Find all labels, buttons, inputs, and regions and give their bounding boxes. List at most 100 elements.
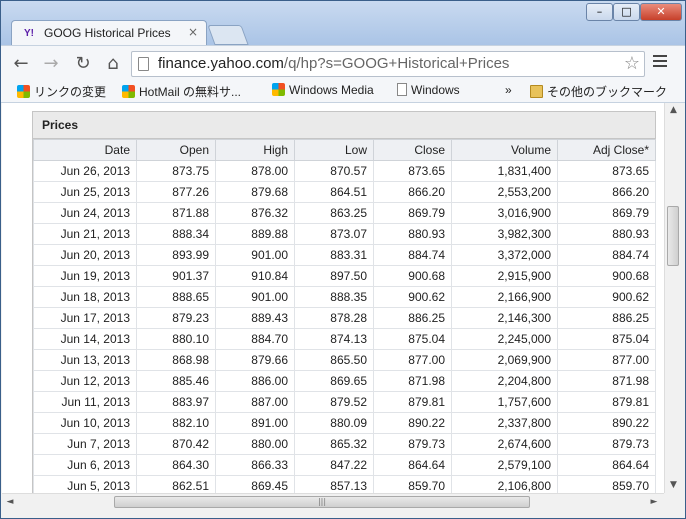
column-header-low: Low	[294, 139, 374, 161]
back-arrow-icon[interactable]: ←	[9, 52, 33, 76]
prices-panel: Prices Date Open High Low Close Volume A…	[32, 111, 656, 493]
cell-volume: 2,146,300	[451, 307, 558, 329]
cell-low: 883.31	[294, 244, 374, 266]
cell-high: 889.88	[215, 223, 295, 245]
cell-low: 880.09	[294, 412, 374, 434]
close-window-button[interactable]: ✕	[640, 3, 682, 21]
cell-open: 862.51	[136, 475, 216, 493]
prices-table: Date Open High Low Close Volume Adj Clos…	[33, 139, 656, 493]
cell-adj-close: 880.93	[557, 223, 656, 245]
cell-close: 886.25	[373, 307, 452, 329]
cell-high: 876.32	[215, 202, 295, 224]
cell-open: 882.10	[136, 412, 216, 434]
cell-open: 870.42	[136, 433, 216, 455]
table-row: Jun 18, 2013 888.65 901.00 888.35 900.62 2,16…	[33, 286, 656, 308]
bookmark-item[interactable]: HotMail の無料サ...	[122, 83, 241, 100]
cell-close: 875.04	[373, 328, 452, 350]
tab-title: GOOG Historical Prices	[44, 26, 171, 40]
horizontal-scrollbar[interactable]: ◄ ||| ►	[2, 493, 664, 511]
maximize-button[interactable]: □	[613, 3, 640, 21]
column-header-adj-close: Adj Close*	[557, 139, 656, 161]
cell-open: 873.75	[136, 160, 216, 182]
cell-adj-close: 886.25	[557, 307, 656, 329]
cell-volume: 1,831,400	[451, 160, 558, 182]
cell-close: 884.74	[373, 244, 452, 266]
chrome-menu-icon[interactable]	[653, 55, 667, 70]
cell-date: Jun 20, 2013	[33, 244, 137, 266]
cell-volume: 2,166,900	[451, 286, 558, 308]
cell-open: 883.97	[136, 391, 216, 413]
page-content: Prices Date Open High Low Close Volume A…	[2, 103, 664, 493]
column-header-open: Open	[136, 139, 216, 161]
cell-close: 873.65	[373, 160, 452, 182]
table-row: Jun 6, 2013 864.30 866.33 847.22 864.64 2,579…	[33, 454, 656, 476]
cell-low: 863.25	[294, 202, 374, 224]
cell-volume: 2,553,200	[451, 181, 558, 203]
tab-strip: Y! GOOG Historical Prices × – □ ✕	[1, 1, 685, 46]
cell-low: 897.50	[294, 265, 374, 287]
cell-date: Jun 21, 2013	[33, 223, 137, 245]
cell-close: 890.22	[373, 412, 452, 434]
cell-high: 901.00	[215, 244, 295, 266]
yahoo-favicon-icon: Y!	[24, 28, 34, 39]
url-text[interactable]: finance.yahoo.com/q/hp?s=GOOG+Historical…	[158, 55, 509, 72]
cell-high: 910.84	[215, 265, 295, 287]
cell-date: Jun 17, 2013	[33, 307, 137, 329]
cell-open: 893.99	[136, 244, 216, 266]
forward-arrow-icon[interactable]: →	[39, 52, 63, 76]
new-tab-button[interactable]	[207, 25, 249, 45]
url-path: /q/hp?s=GOOG+Historical+Prices	[283, 55, 510, 72]
cell-date: Jun 24, 2013	[33, 202, 137, 224]
cell-date: Jun 13, 2013	[33, 349, 137, 371]
home-icon[interactable]: ⌂	[101, 52, 125, 76]
cell-date: Jun 7, 2013	[33, 433, 137, 455]
table-row: Jun 19, 2013 901.37 910.84 897.50 900.68 2,91…	[33, 265, 656, 287]
scroll-up-arrow-icon[interactable]: ▲	[665, 105, 682, 115]
tab-goog-historical-prices[interactable]: Y! GOOG Historical Prices ×	[11, 20, 207, 46]
address-bar[interactable]: finance.yahoo.com/q/hp?s=GOOG+Historical…	[131, 51, 645, 77]
cell-volume: 2,204,800	[451, 370, 558, 392]
scroll-left-arrow-icon[interactable]: ◄	[4, 497, 16, 507]
table-row: Jun 24, 2013 871.88 876.32 863.25 869.79 3,01…	[33, 202, 656, 224]
vertical-scroll-thumb[interactable]	[667, 206, 679, 266]
cell-low: 864.51	[294, 181, 374, 203]
page-icon	[138, 57, 149, 71]
cell-low: 870.57	[294, 160, 374, 182]
cell-date: Jun 26, 2013	[33, 160, 137, 182]
bookmark-item[interactable]: Windows Media	[272, 83, 374, 97]
cell-high: 886.00	[215, 370, 295, 392]
cell-close: 866.20	[373, 181, 452, 203]
cell-date: Jun 18, 2013	[33, 286, 137, 308]
other-bookmarks-folder[interactable]: その他のブックマーク	[530, 83, 667, 100]
bookmark-item[interactable]: リンクの変更	[17, 83, 106, 100]
bookmark-item[interactable]: Windows	[397, 83, 460, 97]
cell-date: Jun 25, 2013	[33, 181, 137, 203]
cell-date: Jun 5, 2013	[33, 475, 137, 493]
bookmark-star-icon[interactable]: ☆	[624, 53, 640, 74]
column-header-high: High	[215, 139, 295, 161]
vertical-scrollbar[interactable]: ▲ ▼	[664, 103, 682, 493]
cell-adj-close: 864.64	[557, 454, 656, 476]
minimize-button[interactable]: –	[586, 3, 613, 21]
cell-high: 887.00	[215, 391, 295, 413]
cell-close: 871.98	[373, 370, 452, 392]
cell-adj-close: 877.00	[557, 349, 656, 371]
cell-open: 864.30	[136, 454, 216, 476]
bookmark-label: リンクの変更	[34, 85, 107, 99]
cell-high: 869.45	[215, 475, 295, 493]
reload-icon[interactable]: ↻	[71, 52, 95, 76]
cell-close: 900.62	[373, 286, 452, 308]
bookmarks-overflow-button[interactable]: »	[505, 83, 512, 97]
cell-adj-close: 871.98	[557, 370, 656, 392]
cell-high: 891.00	[215, 412, 295, 434]
cell-high: 884.70	[215, 328, 295, 350]
tab-close-icon[interactable]: ×	[188, 25, 198, 39]
cell-adj-close: 859.70	[557, 475, 656, 493]
cell-date: Jun 11, 2013	[33, 391, 137, 413]
cell-low: 857.13	[294, 475, 374, 493]
horizontal-scroll-thumb[interactable]: |||	[114, 496, 530, 508]
cell-low: 878.28	[294, 307, 374, 329]
scroll-down-arrow-icon[interactable]: ▼	[665, 480, 682, 490]
cell-open: 879.23	[136, 307, 216, 329]
scroll-right-arrow-icon[interactable]: ►	[648, 497, 660, 507]
